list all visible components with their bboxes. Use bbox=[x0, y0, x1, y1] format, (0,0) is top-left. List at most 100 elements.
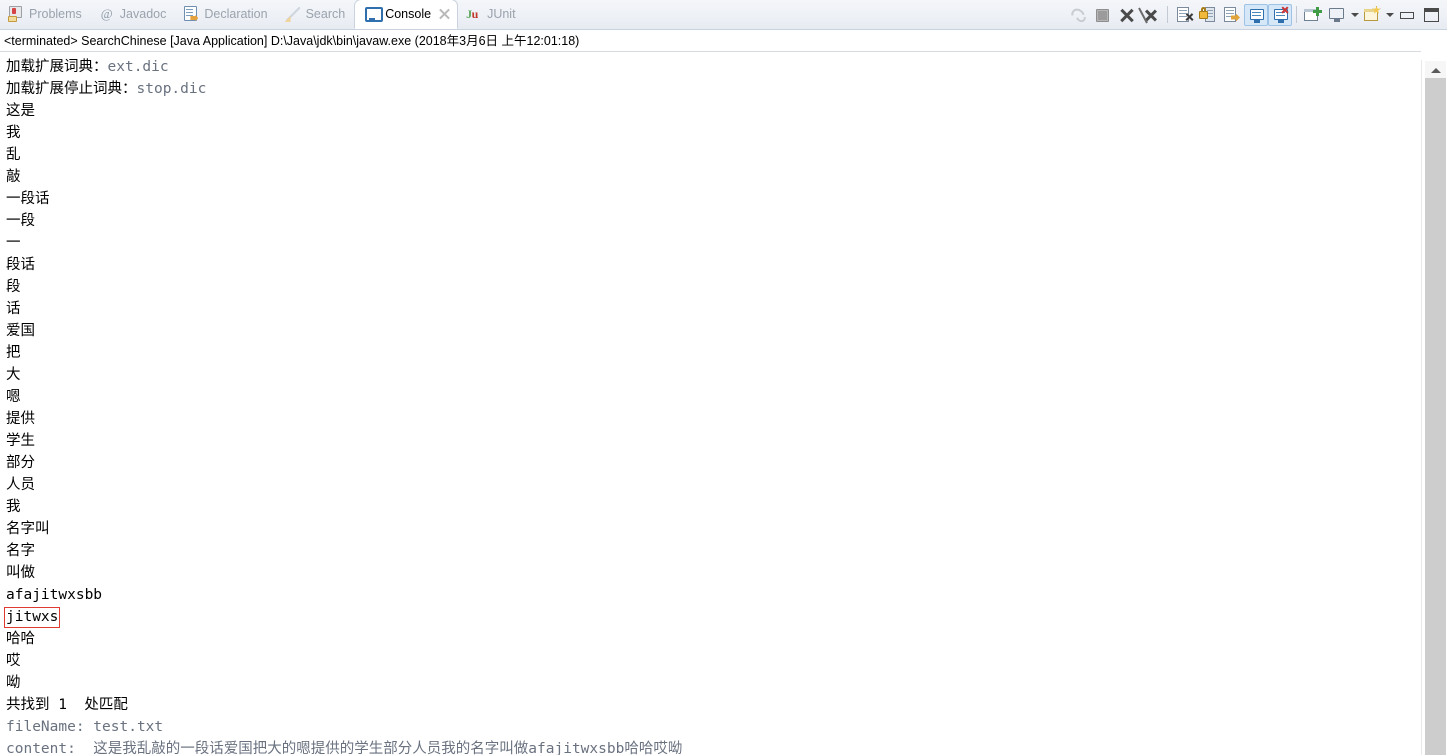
console-line: fileName: test.txt bbox=[6, 716, 1421, 738]
console-line: 敲 bbox=[6, 166, 1421, 188]
console-text-dim: fileName: test.txt bbox=[6, 719, 164, 735]
console-text: 提供 bbox=[6, 411, 35, 427]
console-line: 爱国 bbox=[6, 320, 1421, 342]
console-text: 嗯 bbox=[6, 389, 21, 405]
console-text-dim: content: 这是我乱敲的一段话爱国把大的嗯提供的学生部分人员我的名字叫做a… bbox=[6, 741, 683, 755]
console-text: 段 bbox=[6, 279, 21, 295]
console-line: content: 这是我乱敲的一段话爱国把大的嗯提供的学生部分人员我的名字叫做a… bbox=[6, 738, 1421, 755]
console-text: 乱 bbox=[6, 147, 21, 163]
console-text: 一段 bbox=[6, 213, 35, 229]
console-text: 人员 bbox=[6, 477, 35, 493]
close-console-icon[interactable] bbox=[1268, 3, 1292, 26]
console-text: 大 bbox=[6, 367, 21, 383]
console-text: 名字 bbox=[6, 543, 35, 559]
tab-problems[interactable]: Problems bbox=[0, 0, 91, 29]
tab-declaration[interactable]: Declaration bbox=[175, 0, 276, 29]
console-line: 嗯 bbox=[6, 386, 1421, 408]
console-line: 把 bbox=[6, 342, 1421, 364]
console-line: 加载扩展停止词典：stop.dic bbox=[6, 78, 1421, 100]
console-text: 敲 bbox=[6, 169, 21, 185]
tab-search-label: Search bbox=[305, 6, 346, 21]
console-line: 哎 bbox=[6, 650, 1421, 672]
console-line: jitwxs bbox=[4, 606, 1421, 628]
console-text: 加载扩展词典： bbox=[6, 59, 108, 75]
console-text: 部分 bbox=[6, 455, 35, 471]
remove-all-terminated-icon[interactable] bbox=[1138, 4, 1163, 26]
open-console-icon[interactable] bbox=[1301, 4, 1325, 26]
tab-declaration-label: Declaration bbox=[204, 6, 268, 21]
tab-search[interactable]: Search bbox=[277, 0, 355, 29]
console-line: 部分 bbox=[6, 452, 1421, 474]
console-text: 我 bbox=[6, 125, 21, 141]
console-process-header: <terminated> SearchChinese [Java Applica… bbox=[4, 34, 580, 48]
scroll-up-arrow-icon[interactable] bbox=[1425, 61, 1446, 78]
console-text: 我 bbox=[6, 499, 21, 515]
console-icon bbox=[364, 6, 384, 22]
console-output[interactable]: 加载扩展词典：ext.dic 加载扩展停止词典：stop.dic 这是我乱敲一段话一… bbox=[0, 52, 1421, 755]
view-menu-dropdown-icon[interactable] bbox=[1384, 4, 1395, 26]
scrollbar-thumb[interactable] bbox=[1425, 78, 1446, 755]
console-line: 学生 bbox=[6, 430, 1421, 452]
console-line: 这是 bbox=[6, 100, 1421, 122]
stop-icon[interactable] bbox=[1091, 4, 1115, 26]
close-icon[interactable] bbox=[438, 8, 451, 21]
junit-icon: Ju bbox=[466, 7, 478, 21]
remove-launch-icon[interactable] bbox=[1115, 4, 1139, 26]
console-view: <terminated> SearchChinese [Java Applica… bbox=[0, 30, 1447, 755]
view-tab-bar: Problems @ Javadoc Declaration Search Co… bbox=[0, 0, 1447, 30]
console-text: 哈哈 bbox=[6, 631, 35, 647]
console-line: afajitwxsbb bbox=[6, 584, 1421, 606]
pin-console-icon[interactable] bbox=[1220, 4, 1244, 26]
problems-icon bbox=[8, 6, 24, 22]
toolbar-separator-2 bbox=[1296, 6, 1297, 23]
console-line: 段 bbox=[6, 276, 1421, 298]
console-text: 呦 bbox=[6, 675, 21, 691]
javadoc-icon: @ bbox=[100, 6, 113, 21]
scroll-lock-icon[interactable] bbox=[1196, 4, 1220, 26]
search-icon bbox=[284, 6, 301, 22]
console-text-dim: ext.dic bbox=[107, 59, 169, 75]
new-console-view-icon[interactable] bbox=[1360, 4, 1384, 26]
console-text: 共找到 1 处匹配 bbox=[6, 697, 128, 713]
console-text: 名字叫 bbox=[6, 521, 50, 537]
declaration-icon bbox=[183, 6, 199, 22]
tab-list: Problems @ Javadoc Declaration Search Co… bbox=[0, 0, 525, 29]
console-vertical-scrollbar[interactable] bbox=[1421, 60, 1447, 755]
console-line: 乱 bbox=[6, 144, 1421, 166]
console-match-highlight: jitwxs bbox=[4, 607, 61, 628]
console-text: 爱国 bbox=[6, 323, 35, 339]
console-text: 这是 bbox=[6, 103, 35, 119]
toolbar-separator bbox=[1167, 6, 1168, 23]
maximize-icon[interactable] bbox=[1419, 4, 1443, 26]
tab-junit[interactable]: Ju JUnit bbox=[458, 0, 524, 29]
console-line: 段话 bbox=[6, 254, 1421, 276]
console-line: 大 bbox=[6, 364, 1421, 386]
relaunch-icon[interactable] bbox=[1067, 4, 1091, 26]
console-line: 一段 bbox=[6, 210, 1421, 232]
console-line: 我 bbox=[6, 122, 1421, 144]
minimize-icon[interactable] bbox=[1395, 4, 1419, 26]
console-text: afajitwxsbb bbox=[6, 587, 103, 603]
console-text: 把 bbox=[6, 345, 21, 361]
console-text: 学生 bbox=[6, 433, 35, 449]
console-toolbar bbox=[1067, 0, 1443, 29]
tab-console[interactable]: Console bbox=[354, 0, 459, 29]
console-text: 一段话 bbox=[6, 191, 50, 207]
console-line: 名字叫 bbox=[6, 518, 1421, 540]
console-line: 共找到 1 处匹配 bbox=[6, 694, 1421, 716]
select-console-dropdown-icon[interactable] bbox=[1349, 4, 1360, 26]
console-text-dim: stop.dic bbox=[136, 81, 207, 97]
console-text: 哎 bbox=[6, 653, 21, 669]
console-line: 加载扩展词典：ext.dic bbox=[6, 56, 1421, 78]
tab-javadoc[interactable]: @ Javadoc bbox=[91, 0, 176, 29]
console-text: 段话 bbox=[6, 257, 35, 273]
console-line: 叫做 bbox=[6, 562, 1421, 584]
clear-console-icon[interactable] bbox=[1172, 4, 1196, 26]
display-selected-console-icon[interactable] bbox=[1244, 3, 1268, 26]
console-line: 提供 bbox=[6, 408, 1421, 430]
console-line: 哈哈 bbox=[6, 628, 1421, 650]
select-console-icon[interactable] bbox=[1325, 4, 1349, 26]
tab-problems-label: Problems bbox=[29, 6, 82, 21]
console-line: 呦 bbox=[6, 672, 1421, 694]
console-line: 名字 bbox=[6, 540, 1421, 562]
